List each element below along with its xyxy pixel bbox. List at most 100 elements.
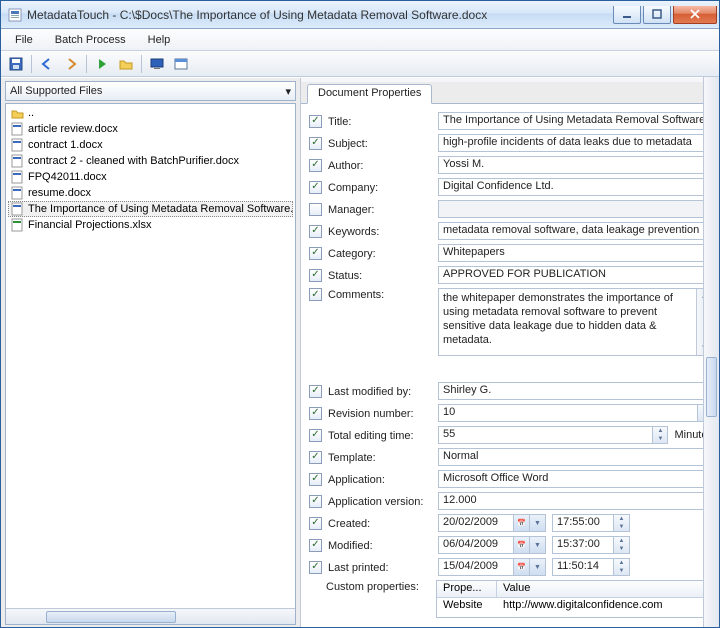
file-list[interactable]: .. article review.docx contract 1.docx cont… xyxy=(5,103,296,625)
date-created[interactable]: 20/02/2009📅▼ xyxy=(438,514,546,532)
chevron-down-icon[interactable]: ▼ xyxy=(529,515,545,531)
chevron-down-icon[interactable]: ▼ xyxy=(529,559,545,575)
label-title: Title: xyxy=(328,115,432,128)
back-icon[interactable] xyxy=(36,53,58,75)
list-item[interactable]: The Importance of Using Metadata Removal… xyxy=(8,201,293,217)
checkbox-template[interactable] xyxy=(309,451,322,464)
input-app[interactable]: Microsoft Office Word xyxy=(438,470,713,488)
custom-properties-table[interactable]: Prope... Value Website http://www.digita… xyxy=(436,580,713,618)
scrollbar-thumb[interactable] xyxy=(706,357,717,417)
file-name: .. xyxy=(28,107,34,119)
file-name: Financial Projections.xlsx xyxy=(28,219,152,231)
input-manager[interactable] xyxy=(438,200,713,218)
list-item[interactable]: .. xyxy=(8,105,293,121)
input-lastmod[interactable]: Shirley G. xyxy=(438,382,713,400)
spinner-printed-time[interactable]: ▲▼ xyxy=(613,559,629,575)
input-author[interactable]: Yossi M. xyxy=(438,156,713,174)
input-status[interactable]: APPROVED FOR PUBLICATION xyxy=(438,266,713,284)
input-company[interactable]: Digital Confidence Ltd. xyxy=(438,178,713,196)
file-icon xyxy=(10,186,24,200)
open-folder-icon[interactable] xyxy=(115,53,137,75)
table-row[interactable]: Website http://www.digitalconfidence.com xyxy=(437,598,712,615)
checkbox-comments[interactable] xyxy=(309,288,322,301)
checkbox-keywords[interactable] xyxy=(309,225,322,238)
list-item[interactable]: resume.docx xyxy=(8,185,293,201)
date-modified[interactable]: 06/04/2009📅▼ xyxy=(438,536,546,554)
input-edit[interactable]: 55 xyxy=(438,426,652,444)
window-vertical-scrollbar[interactable] xyxy=(703,77,719,627)
close-button[interactable] xyxy=(673,6,717,24)
save-icon[interactable] xyxy=(5,53,27,75)
checkbox-modified[interactable] xyxy=(309,539,322,552)
label-keywords: Keywords: xyxy=(328,225,432,238)
go-icon[interactable] xyxy=(91,53,113,75)
checkbox-rev[interactable] xyxy=(309,407,322,420)
date-printed[interactable]: 15/04/2009📅▼ xyxy=(438,558,546,576)
input-subject[interactable]: high-profile incidents of data leaks due… xyxy=(438,134,713,152)
minimize-button[interactable] xyxy=(613,6,641,24)
scrollbar-thumb[interactable] xyxy=(46,611,176,623)
maximize-button[interactable] xyxy=(643,6,671,24)
input-template[interactable]: Normal xyxy=(438,448,713,466)
time-created[interactable]: 17:55:00▲▼ xyxy=(552,514,630,532)
checkbox-subject[interactable] xyxy=(309,137,322,150)
checkbox-created[interactable] xyxy=(309,517,322,530)
tab-strip: Document Properties xyxy=(301,82,719,104)
file-name: article review.docx xyxy=(28,123,118,135)
file-icon xyxy=(10,122,24,136)
input-rev[interactable]: 10 xyxy=(438,404,697,422)
list-item[interactable]: contract 2 - cleaned with BatchPurifier.… xyxy=(8,153,293,169)
checkbox-status[interactable] xyxy=(309,269,322,282)
input-category[interactable]: Whitepapers xyxy=(438,244,713,262)
time-printed[interactable]: 11:50:14▲▼ xyxy=(552,558,630,576)
app-window: MetadataTouch - C:\$Docs\The Importance … xyxy=(0,0,720,628)
input-appver[interactable]: 12.000 xyxy=(438,492,713,510)
list-item[interactable]: article review.docx xyxy=(8,121,293,137)
chevron-down-icon[interactable]: ▼ xyxy=(529,537,545,553)
checkbox-app[interactable] xyxy=(309,473,322,486)
toolbar-separator xyxy=(86,55,87,73)
window-title: MetadataTouch - C:\$Docs\The Importance … xyxy=(27,8,613,22)
checkbox-author[interactable] xyxy=(309,159,322,172)
spinner-created-time[interactable]: ▲▼ xyxy=(613,515,629,531)
forward-icon[interactable] xyxy=(60,53,82,75)
horizontal-scrollbar[interactable] xyxy=(6,608,295,624)
window-icon[interactable] xyxy=(170,53,192,75)
file-filter-dropdown[interactable]: All Supported Files ▾ xyxy=(5,81,296,101)
file-name: contract 2 - cleaned with BatchPurifier.… xyxy=(28,155,239,167)
spinner-edit[interactable]: ▲▼ xyxy=(652,426,668,444)
custom-col-value[interactable]: Value xyxy=(497,581,712,597)
label-manager: Manager: xyxy=(328,203,432,216)
list-item[interactable]: Financial Projections.xlsx xyxy=(8,217,293,233)
checkbox-manager[interactable] xyxy=(309,203,322,216)
menu-file[interactable]: File xyxy=(5,32,43,48)
checkbox-edit[interactable] xyxy=(309,429,322,442)
custom-col-property[interactable]: Prope... xyxy=(437,581,497,597)
label-custom: Custom properties: xyxy=(326,580,430,593)
label-category: Category: xyxy=(328,247,432,260)
list-item[interactable]: contract 1.docx xyxy=(8,137,293,153)
spinner-modified-time[interactable]: ▲▼ xyxy=(613,537,629,553)
menu-bar: File Batch Process Help xyxy=(1,29,719,51)
checkbox-lastmod[interactable] xyxy=(309,385,322,398)
input-keywords[interactable]: metadata removal software, data leakage … xyxy=(438,222,713,240)
menu-help[interactable]: Help xyxy=(138,32,181,48)
time-modified[interactable]: 15:37:00▲▼ xyxy=(552,536,630,554)
checkbox-printed[interactable] xyxy=(309,561,322,574)
textarea-comments[interactable]: the whitepaper demonstrates the importan… xyxy=(438,288,713,356)
custom-cell-value: http://www.digitalconfidence.com xyxy=(497,598,712,615)
checkbox-company[interactable] xyxy=(309,181,322,194)
checkbox-category[interactable] xyxy=(309,247,322,260)
checkbox-appver[interactable] xyxy=(309,495,322,508)
menu-batch[interactable]: Batch Process xyxy=(45,32,136,48)
calendar-icon[interactable]: 📅 xyxy=(513,537,529,553)
input-title[interactable]: The Importance of Using Metadata Removal… xyxy=(438,112,713,130)
calendar-icon[interactable]: 📅 xyxy=(513,515,529,531)
checkbox-title[interactable] xyxy=(309,115,322,128)
calendar-icon[interactable]: 📅 xyxy=(513,559,529,575)
window-controls xyxy=(613,6,717,24)
tab-document-properties[interactable]: Document Properties xyxy=(307,84,432,104)
monitor-icon[interactable] xyxy=(146,53,168,75)
toolbar xyxy=(1,51,719,77)
list-item[interactable]: FPQ42011.docx xyxy=(8,169,293,185)
